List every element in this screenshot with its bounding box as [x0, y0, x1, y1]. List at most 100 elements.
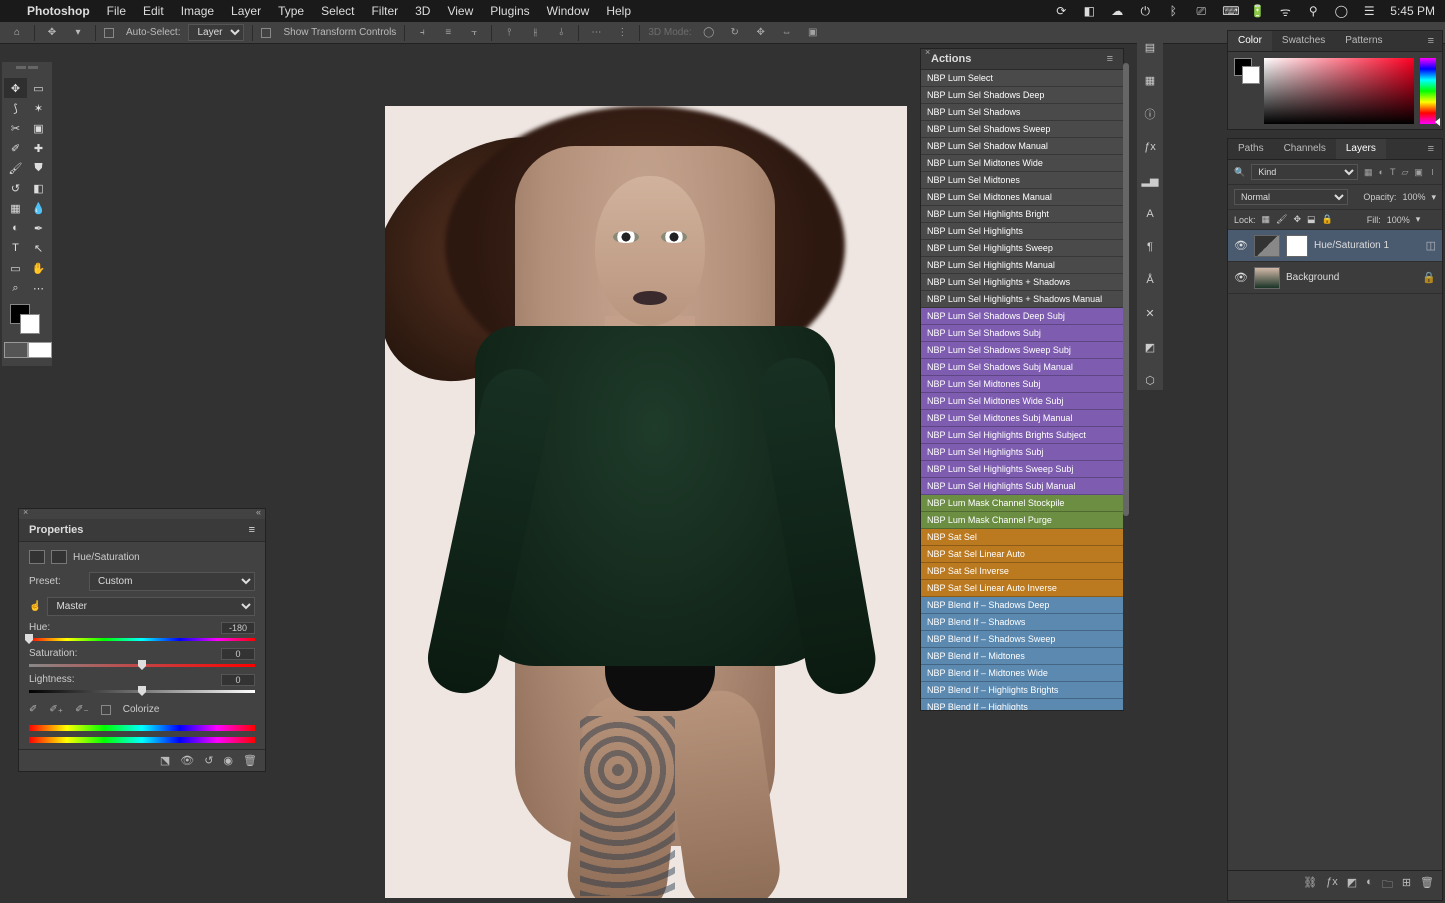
battery-icon[interactable]: 🔋 [1250, 4, 1264, 18]
menu-edit[interactable]: Edit [143, 4, 164, 18]
wifi-icon[interactable]: ᯤ [1278, 3, 1292, 20]
view-prev-icon[interactable]: 👁 [180, 754, 194, 767]
move-tool[interactable]: ✥ [4, 78, 27, 98]
visibility-icon[interactable]: 👁 [1234, 271, 1248, 284]
histogram-icon[interactable]: ▂▅ [1140, 171, 1160, 190]
align-left-icon[interactable]: ⫞ [413, 25, 431, 41]
marquee-tool[interactable]: ▭ [27, 78, 50, 98]
action-item[interactable]: NBP Lum Select [921, 70, 1123, 87]
align-right-icon[interactable]: ⫟ [465, 25, 483, 41]
action-item[interactable]: NBP Lum Sel Midtones Wide Subj [921, 393, 1123, 410]
action-item[interactable]: NBP Lum Sel Highlights + Shadows Manual [921, 291, 1123, 308]
layer-thumb[interactable] [1254, 267, 1280, 289]
action-item[interactable]: NBP Lum Sel Midtones Manual [921, 189, 1123, 206]
tab-color[interactable]: Color [1228, 31, 1272, 51]
distribute-icon[interactable]: ⋯ [587, 25, 605, 41]
lock-transparency-icon[interactable]: ▦ [1262, 214, 1271, 225]
fill-value[interactable]: 100% [1387, 215, 1410, 225]
edit-toolbar[interactable]: ⋯ [27, 278, 50, 298]
action-item[interactable]: NBP Lum Sel Shadows Sweep Subj [921, 342, 1123, 359]
layer-name[interactable]: Background [1286, 272, 1416, 283]
healing-tool[interactable]: ✚ [27, 138, 50, 158]
action-item[interactable]: NBP Sat Sel Inverse [921, 563, 1123, 580]
color-menu-icon[interactable]: ≡ [1420, 31, 1442, 51]
hand-icon[interactable]: ☝ [29, 601, 41, 612]
trash-icon[interactable]: 🗑 [243, 754, 257, 767]
action-item[interactable]: NBP Lum Sel Midtones [921, 172, 1123, 189]
action-item[interactable]: NBP Lum Mask Channel Purge [921, 512, 1123, 529]
tools-icon[interactable]: ✕ [1140, 304, 1160, 323]
adjustment-icon[interactable]: ◐ [1366, 876, 1373, 895]
action-item[interactable]: NBP Lum Sel Shadows Subj [921, 325, 1123, 342]
filter-toggle[interactable]: ⏽ [1429, 167, 1436, 178]
standard-mode[interactable] [4, 342, 28, 358]
align-top-icon[interactable]: ⫯ [500, 25, 518, 41]
menu-file[interactable]: File [107, 4, 126, 18]
glyphs-icon[interactable]: Å [1140, 271, 1160, 290]
menu-help[interactable]: Help [606, 4, 631, 18]
lock-icon[interactable]: 🔒 [1422, 271, 1436, 284]
type-icon[interactable]: A [1140, 204, 1160, 223]
align-center-h-icon[interactable]: ≡ [439, 25, 457, 41]
layer-name[interactable]: Hue/Saturation 1 [1314, 240, 1420, 251]
cloud-icon[interactable]: ☁ [1110, 4, 1124, 18]
menu-select[interactable]: Select [321, 4, 354, 18]
mask-thumb[interactable] [1286, 235, 1308, 257]
home-icon[interactable]: ⌂ [8, 24, 26, 42]
action-item[interactable]: NBP Lum Sel Shadows Sweep [921, 121, 1123, 138]
action-item[interactable]: NBP Lum Sel Highlights Brights Subject [921, 427, 1123, 444]
toggle-visibility-icon[interactable]: ◉ [223, 754, 233, 767]
more-align-icon[interactable]: ⋮ [613, 25, 631, 41]
action-item[interactable]: NBP Lum Sel Highlights Manual [921, 257, 1123, 274]
action-item[interactable]: NBP Lum Sel Shadows Deep [921, 87, 1123, 104]
action-item[interactable]: NBP Blend If – Highlights Brights [921, 682, 1123, 699]
action-item[interactable]: NBP Blend If – Shadows Sweep [921, 631, 1123, 648]
sat-slider[interactable] [29, 662, 255, 668]
opacity-dropdown-icon[interactable]: ▾ [1431, 192, 1436, 203]
filter-pixel-icon[interactable]: ▦ [1364, 167, 1373, 178]
panel-close-icon[interactable]: × [925, 47, 930, 57]
adjustment-thumb[interactable] [1254, 235, 1280, 257]
tab-layers[interactable]: Layers [1336, 139, 1386, 159]
layer-badge-icon[interactable]: ◫ [1426, 239, 1436, 252]
layer-row[interactable]: 👁 Hue/Saturation 1 ◫ [1228, 230, 1442, 262]
action-item[interactable]: NBP Lum Sel Midtones Subj [921, 376, 1123, 393]
clip-icon[interactable]: ⬔ [160, 754, 170, 767]
action-item[interactable]: NBP Lum Sel Shadow Manual [921, 138, 1123, 155]
nav-icon[interactable]: ◩ [1140, 337, 1160, 356]
action-item[interactable]: NBP Lum Sel Highlights Subj [921, 444, 1123, 461]
menu-image[interactable]: Image [181, 4, 214, 18]
tab-swatches[interactable]: Swatches [1272, 31, 1335, 51]
color-swatch-pair[interactable] [1234, 58, 1258, 82]
blur-tool[interactable]: 💧 [27, 198, 50, 218]
eyedropper-minus-icon[interactable]: ✐₋ [75, 704, 89, 715]
visibility-icon[interactable]: 👁 [1234, 239, 1248, 252]
action-item[interactable]: NBP Blend If – Midtones Wide [921, 665, 1123, 682]
blend-mode[interactable]: Normal [1234, 189, 1348, 205]
action-item[interactable]: NBP Lum Sel Highlights + Shadows [921, 274, 1123, 291]
action-item[interactable]: NBP Blend If – Shadows [921, 614, 1123, 631]
power-icon[interactable]: ⏻ [1138, 4, 1152, 19]
tab-channels[interactable]: Channels [1274, 139, 1336, 159]
align-middle-icon[interactable]: ⫲ [526, 25, 544, 41]
zoom-tool[interactable]: ⌕ [4, 278, 27, 298]
channel-select[interactable]: Master [47, 597, 255, 616]
libraries-icon[interactable]: ▦ [1140, 71, 1160, 90]
filter-adj-icon[interactable]: ◐ [1379, 167, 1384, 178]
action-item[interactable]: NBP Sat Sel Linear Auto [921, 546, 1123, 563]
menu-view[interactable]: View [447, 4, 473, 18]
new-layer-icon[interactable]: ⊞ [1402, 876, 1411, 895]
background-swatch[interactable] [20, 314, 40, 334]
lock-position-icon[interactable]: ✥ [1293, 214, 1301, 225]
eyedropper-tool[interactable]: ✐ [4, 138, 27, 158]
layers-menu-icon[interactable]: ≡ [1420, 139, 1442, 159]
action-item[interactable]: NBP Lum Sel Highlights Subj Manual [921, 478, 1123, 495]
filter-smart-icon[interactable]: ▣ [1414, 167, 1423, 178]
menu-type[interactable]: Type [278, 4, 304, 18]
tab-paths[interactable]: Paths [1228, 139, 1274, 159]
move-tool-icon[interactable]: ✥ [43, 24, 61, 42]
align-bottom-icon[interactable]: ⫰ [552, 25, 570, 41]
hue-strip[interactable] [1420, 58, 1436, 124]
sat-value[interactable]: 0 [221, 648, 255, 660]
status-icon[interactable]: ⟳ [1054, 4, 1068, 18]
